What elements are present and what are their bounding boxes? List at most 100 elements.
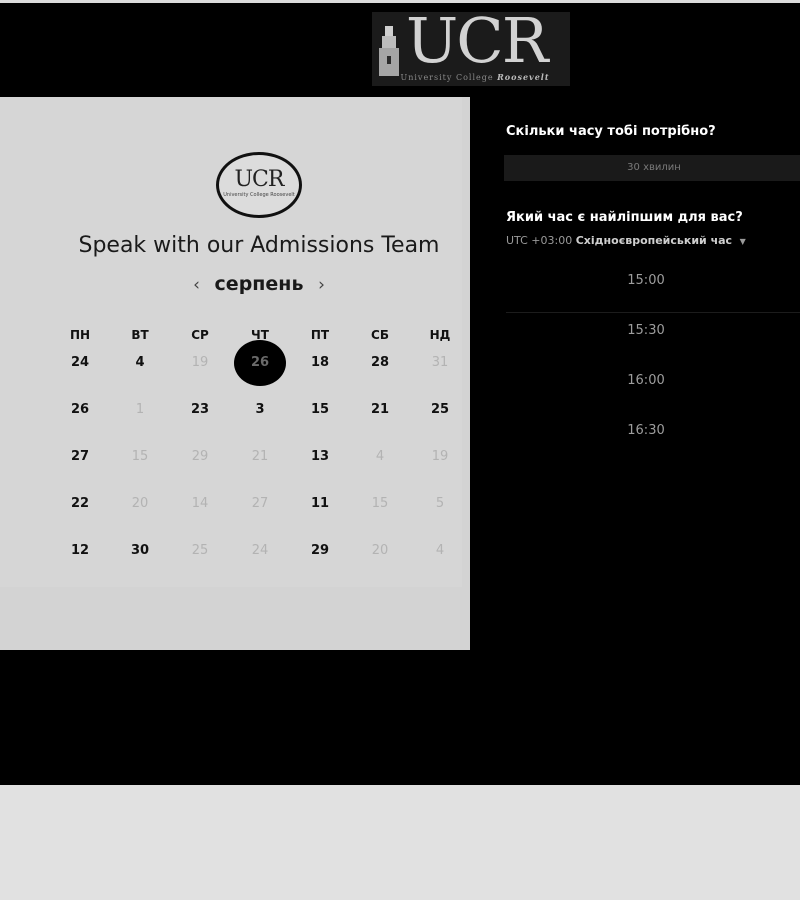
- calendar-day: 29: [170, 442, 230, 472]
- calendar-day[interactable]: 25: [410, 395, 470, 425]
- chevron-right-icon[interactable]: ›: [310, 275, 333, 295]
- calendar-logo-text: UCR: [234, 167, 285, 192]
- calendar-day: 4: [350, 442, 410, 472]
- header-logo-subtitle-text: University College: [400, 73, 494, 82]
- calendar-day: 21: [230, 442, 290, 472]
- calendar-day[interactable]: 21: [350, 395, 410, 425]
- calendar-day-number: 25: [430, 402, 450, 417]
- calendar-day-number: 13: [310, 449, 330, 464]
- calendar-day[interactable]: 26: [50, 395, 110, 425]
- calendar-day-number: 23: [190, 402, 210, 417]
- duration-select[interactable]: 30 хвилин: [504, 155, 800, 181]
- header-logo[interactable]: UCR University College Roosevelt: [372, 4, 570, 86]
- calendar-day-number: 14: [191, 496, 209, 511]
- calendar-day-number: 5: [435, 496, 445, 511]
- calendar-day: 24: [230, 536, 290, 566]
- calendar-day-number: 27: [251, 496, 269, 511]
- calendar-day[interactable]: 11: [290, 489, 350, 519]
- weekday-label: ПН: [69, 328, 91, 342]
- calendar-logo: UCR University College Roosevelt: [216, 152, 302, 218]
- month-nav: ‹ серпень ›: [0, 273, 518, 295]
- calendar-days: 24 4 19 26 18 28 31 26 1 23 3 15 21 25 27 15 29 21 13 4 19 22…: [50, 340, 470, 578]
- calendar-day: 15: [350, 489, 410, 519]
- tower-icon: [379, 26, 399, 76]
- calendar-day-number: 27: [70, 449, 90, 464]
- calendar-day: 25: [170, 536, 230, 566]
- calendar-day: 27: [230, 489, 290, 519]
- calendar-day[interactable]: 29: [290, 536, 350, 566]
- header-logo-subtitle: University College Roosevelt: [382, 72, 568, 82]
- weekday-label: НД: [429, 328, 451, 342]
- calendar-day-number: 24: [70, 355, 90, 370]
- calendar-day[interactable]: 18: [290, 348, 350, 378]
- timezone-offset: UTC +03:00: [506, 234, 573, 247]
- calendar-day-number: 1: [135, 402, 145, 417]
- calendar-day-number: 31: [431, 355, 449, 370]
- time-slot[interactable]: 16:30: [506, 413, 786, 449]
- timezone-select[interactable]: UTC +03:00 Східноєвропейський час ▼: [506, 234, 800, 247]
- month-label: серпень: [214, 273, 304, 295]
- calendar-logo-subtitle: University College Roosevelt: [223, 192, 295, 198]
- calendar-day: 15: [110, 442, 170, 472]
- calendar-day[interactable]: 23: [170, 395, 230, 425]
- calendar-day-number: 28: [370, 355, 390, 370]
- time-slot[interactable]: 15:00: [506, 263, 786, 299]
- calendar-day-number: 12: [70, 543, 90, 558]
- calendar-day: 19: [170, 348, 230, 378]
- calendar-day[interactable]: 15: [290, 395, 350, 425]
- calendar-day-number: 30: [130, 543, 150, 558]
- chevron-left-icon[interactable]: ‹: [185, 275, 208, 295]
- calendar-day-number: 26: [250, 355, 270, 370]
- calendar-day[interactable]: 22: [50, 489, 110, 519]
- calendar-day[interactable]: 24: [50, 348, 110, 378]
- calendar-day-number: 15: [131, 449, 149, 464]
- calendar-day-number: 29: [191, 449, 209, 464]
- weekday-label: СР: [191, 328, 209, 342]
- calendar-day-number: 11: [310, 496, 330, 511]
- time-slot[interactable]: 16:00: [506, 363, 786, 399]
- calendar-day-number: 15: [371, 496, 389, 511]
- weekday-label: ВТ: [131, 328, 149, 342]
- calendar-day-number: 3: [255, 402, 265, 417]
- weekday-label: ПТ: [310, 328, 330, 342]
- calendar-day-number: 25: [191, 543, 209, 558]
- header-logo-subtitle-script: Roosevelt: [497, 72, 550, 82]
- calendar-day: 20: [110, 489, 170, 519]
- calendar-day-number: 20: [371, 543, 389, 558]
- time-question: Який час є найліпшим для вас?: [506, 210, 743, 225]
- weekday-label: СБ: [371, 328, 389, 342]
- calendar-day-number: 22: [70, 496, 90, 511]
- calendar-day-number: 4: [435, 543, 445, 558]
- calendar-card: UCR University College Roosevelt Speak w…: [0, 97, 470, 650]
- calendar-day-number: 18: [310, 355, 330, 370]
- calendar-day-number: 4: [375, 449, 385, 464]
- calendar-day: 20: [350, 536, 410, 566]
- chevron-down-icon: ▼: [739, 237, 746, 246]
- calendar-day-number: 24: [251, 543, 269, 558]
- calendar-day: 14: [170, 489, 230, 519]
- scheduler-panel: Скільки часу тобі потрібно? 30 хвилин Як…: [470, 97, 800, 650]
- timezone-name: Східноєвропейський час: [575, 234, 733, 247]
- calendar-day-number: 20: [131, 496, 149, 511]
- calendar-day: 1: [110, 395, 170, 425]
- calendar-day[interactable]: 27: [50, 442, 110, 472]
- calendar-day-number: 4: [135, 355, 145, 370]
- time-slot[interactable]: 15:30: [506, 313, 786, 349]
- header-logo-text: UCR: [406, 4, 548, 77]
- calendar-day: 31: [410, 348, 470, 378]
- calendar-day[interactable]: 30: [110, 536, 170, 566]
- calendar-day[interactable]: 12: [50, 536, 110, 566]
- calendar-day[interactable]: 4: [110, 348, 170, 378]
- calendar-day-number: 19: [431, 449, 449, 464]
- calendar-day-number: 15: [310, 402, 330, 417]
- calendar-day[interactable]: 28: [350, 348, 410, 378]
- calendar-day-selected[interactable]: 26: [230, 340, 290, 386]
- calendar-title: Speak with our Admissions Team: [78, 233, 440, 258]
- calendar-day-number: 19: [191, 355, 209, 370]
- calendar-day[interactable]: 3: [230, 395, 290, 425]
- calendar-day-number: 26: [70, 402, 90, 417]
- calendar-day-number: 21: [370, 402, 390, 417]
- duration-question: Скільки часу тобі потрібно?: [506, 124, 716, 139]
- calendar-day: 4: [410, 536, 470, 566]
- calendar-day[interactable]: 13: [290, 442, 350, 472]
